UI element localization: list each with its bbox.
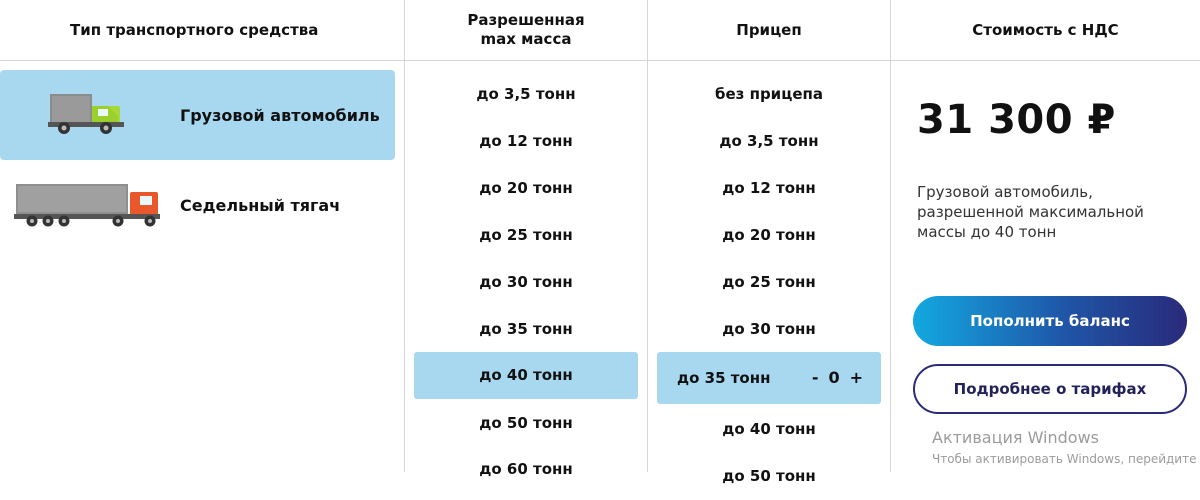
vehicle-label: Грузовой автомобиль: [180, 105, 380, 125]
trailer-option[interactable]: до 40 тонн: [657, 406, 881, 453]
trailer-selected-label: до 35 тонн: [677, 369, 771, 387]
mass-option[interactable]: до 60 тонн: [414, 446, 638, 493]
trailer-option[interactable]: до 20 тонн: [657, 212, 881, 259]
max-mass-column: Разрешенная max масса до 3,5 тонн до 12 …: [405, 0, 647, 478]
mass-option[interactable]: до 30 тонн: [414, 259, 638, 306]
semi-truck-icon: [14, 180, 164, 234]
mass-option[interactable]: до 3,5 тонн: [414, 71, 638, 118]
tariff-description: Грузовой автомобиль, разрешенной максима…: [917, 183, 1144, 241]
tariff-details-button[interactable]: Подробнее о тарифах: [913, 364, 1187, 414]
vehicle-type-header: Тип транспортного средства: [70, 20, 319, 39]
max-mass-header-line1: Разрешенная: [467, 11, 585, 29]
vehicle-label: Седельный тягач: [180, 195, 341, 215]
trailer-option[interactable]: без прицепа: [657, 71, 881, 118]
mass-option[interactable]: до 50 тонн: [414, 400, 638, 447]
cost-header: Стоимость с НДС: [972, 20, 1119, 39]
cost-column: Стоимость с НДС 31 300 ₽ Грузовой автомо…: [891, 0, 1200, 472]
mass-option[interactable]: до 20 тонн: [414, 165, 638, 212]
mass-option[interactable]: до 35 тонн: [414, 306, 638, 353]
windows-activation-title: Активация Windows: [932, 428, 1099, 447]
vehicle-option-semi-truck[interactable]: Седельный тягач: [0, 160, 395, 250]
trailer-option-selected[interactable]: до 35 тонн - 0 +: [657, 352, 881, 404]
windows-activation-subtitle: Чтобы активировать Windows, перейдите: [932, 452, 1197, 466]
trailer-option[interactable]: до 25 тонн: [657, 259, 881, 306]
max-mass-header: Разрешенная max масса: [405, 0, 647, 60]
decrement-button[interactable]: -: [812, 352, 819, 404]
mass-option-selected[interactable]: до 40 тонн: [414, 352, 638, 399]
quantity-value: 0: [828, 368, 840, 387]
topup-balance-button[interactable]: Пополнить баланс: [913, 296, 1187, 346]
trailer-quantity-stepper: - 0 +: [812, 352, 863, 404]
mass-option[interactable]: до 12 тонн: [414, 118, 638, 165]
trailer-option[interactable]: до 3,5 тонн: [657, 118, 881, 165]
increment-button[interactable]: +: [850, 352, 863, 404]
vehicle-type-column: Тип транспортного средства Грузовой авто…: [0, 0, 404, 472]
mass-option[interactable]: до 25 тонн: [414, 212, 638, 259]
trailer-option[interactable]: до 50 тонн: [657, 453, 881, 500]
trailer-header: Прицеп: [736, 20, 802, 39]
vehicle-option-truck[interactable]: Грузовой автомобиль: [0, 70, 395, 160]
truck-icon: [48, 88, 128, 142]
max-mass-header-line2: max масса: [480, 30, 572, 48]
price-value: 31 300 ₽: [917, 97, 1116, 143]
trailer-option[interactable]: до 12 тонн: [657, 165, 881, 212]
trailer-option[interactable]: до 30 тонн: [657, 306, 881, 353]
trailer-column: Прицеп без прицепа до 3,5 тонн до 12 тон…: [648, 0, 890, 485]
